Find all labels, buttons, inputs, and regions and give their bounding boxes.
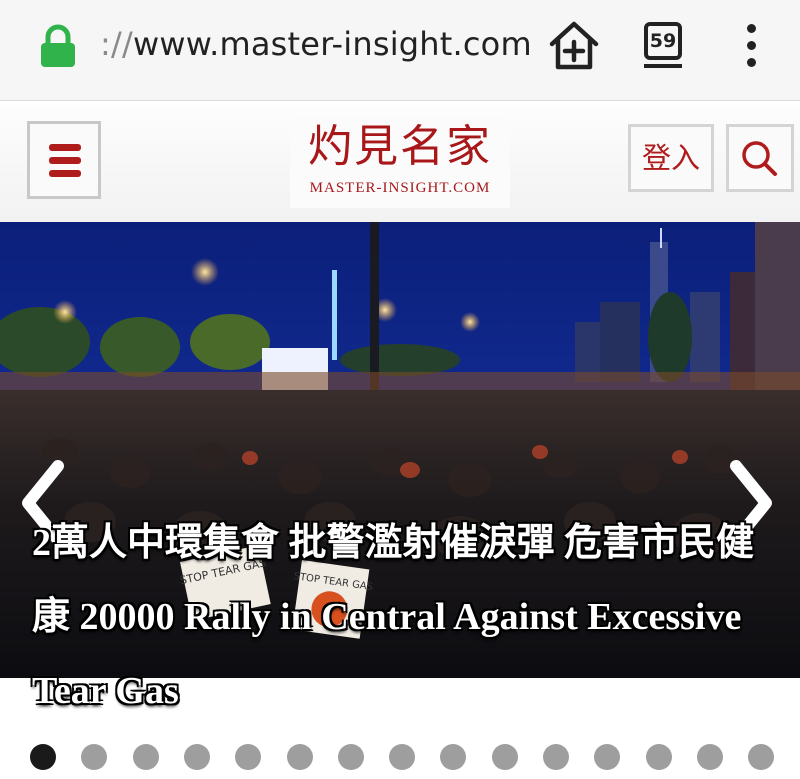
pagination-dot[interactable] <box>748 744 775 770</box>
url-protocol: :// <box>100 25 133 63</box>
tab-count: 59 <box>644 22 682 60</box>
logo-cn: 灼見名家 <box>308 121 492 172</box>
tab-switcher-button[interactable]: 59 <box>636 16 692 72</box>
pagination-dot[interactable] <box>337 744 364 770</box>
search-button[interactable] <box>726 124 794 192</box>
browser-toolbar: ://www.master-insight.com 59 <box>0 0 800 101</box>
pagination-dot[interactable] <box>132 744 159 770</box>
more-vert-icon[interactable] <box>740 20 764 72</box>
pagination-dot[interactable] <box>30 744 56 770</box>
pagination-dot[interactable] <box>440 744 467 770</box>
pagination-dot[interactable] <box>81 744 108 770</box>
pagination-dot[interactable] <box>491 744 518 770</box>
tab-underline <box>644 64 682 68</box>
hamburger-icon[interactable] <box>27 121 101 199</box>
search-icon <box>742 141 777 176</box>
pagination-dot[interactable] <box>389 744 416 770</box>
pagination-dot[interactable] <box>235 744 262 770</box>
slide-caption[interactable]: 2萬人中環集會 批警濫射催淚彈 危害市民健康 20000 Rally in Ce… <box>32 506 780 728</box>
url-host: www.master-insight.com <box>132 25 532 63</box>
pagination-dot[interactable] <box>696 744 723 770</box>
logo-en: MASTER-INSIGHT.COM <box>309 180 491 196</box>
address-bar[interactable]: ://www.master-insight.com <box>100 22 532 66</box>
home-plus-icon[interactable] <box>546 20 602 72</box>
pagination-dot[interactable] <box>645 744 672 770</box>
pagination-dot[interactable] <box>543 744 569 770</box>
pagination-dot[interactable] <box>286 744 313 770</box>
pagination-dot[interactable] <box>594 744 621 770</box>
login-button[interactable]: 登入 <box>628 124 714 192</box>
pagination-dot[interactable] <box>183 744 210 770</box>
slider-pagination <box>0 722 800 779</box>
lock-icon[interactable] <box>38 24 78 68</box>
site-logo[interactable]: 灼見名家 MASTER-INSIGHT.COM <box>290 116 510 208</box>
